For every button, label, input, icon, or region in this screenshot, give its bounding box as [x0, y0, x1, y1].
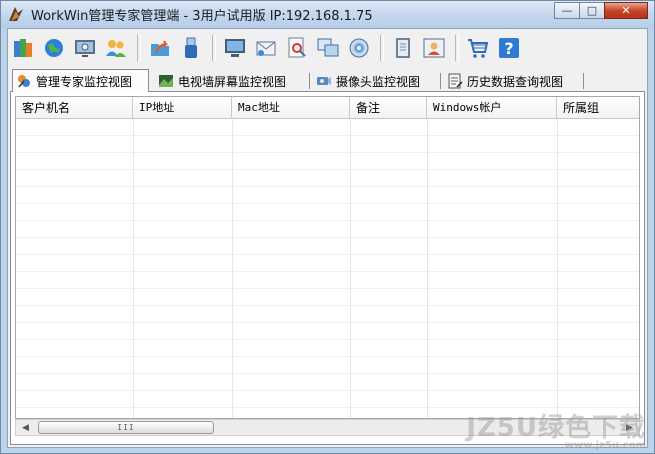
main-frame: ? 管理专家监控视图 电视墙屏幕监控视图 摄像头监控视图 历史数据查询视图 客户…: [7, 28, 648, 448]
column-header-note[interactable]: 备注: [350, 97, 427, 119]
toolbar-button-mail[interactable]: [253, 35, 279, 61]
help-icon: ?: [499, 38, 519, 58]
column-header-client-name[interactable]: 客户机名: [16, 97, 133, 119]
windows-icon: [317, 38, 339, 57]
disc-icon: [349, 38, 369, 58]
minimize-button[interactable]: —: [554, 2, 580, 19]
tab-history-view[interactable]: 历史数据查询视图: [444, 71, 580, 91]
window-title: WorkWin管理专家管理端 - 3用户试用版 IP:192.168.1.75: [31, 9, 373, 24]
tab-manager-view[interactable]: 管理专家监控视图: [12, 69, 149, 92]
window-controls: — □ ✕: [554, 2, 648, 20]
scroll-right-arrow-icon[interactable]: ▶: [622, 421, 637, 434]
view-tabs: 管理专家监控视图 电视墙屏幕监控视图 摄像头监控视图 历史数据查询视图: [10, 69, 646, 92]
close-button[interactable]: ✕: [604, 2, 648, 19]
toolbar-button-settings-monitor[interactable]: [72, 35, 98, 61]
toolbar-button-windows[interactable]: [315, 35, 341, 61]
column-header-group[interactable]: 所属组: [557, 97, 639, 119]
column-header-windows-account[interactable]: Windows帐户: [427, 97, 557, 119]
file-search-icon: [288, 37, 306, 58]
toolbar-button-file-search[interactable]: [284, 35, 310, 61]
tab-divider: [309, 73, 310, 89]
camera-icon: [317, 77, 331, 85]
tab-panel: 客户机名 IP地址 Mac地址 备注 Windows帐户 所属组 ◀ III ▶: [10, 91, 645, 445]
toolbar-button-users[interactable]: [103, 35, 129, 61]
column-divider: [427, 119, 428, 418]
tab-divider: [583, 73, 584, 89]
profile-card-icon: [423, 38, 445, 58]
toolbar-button-help[interactable]: ?: [496, 35, 522, 61]
maximize-button[interactable]: □: [579, 2, 605, 19]
toolbar-button-globe[interactable]: [41, 35, 67, 61]
toolbar-button-profile-card[interactable]: [421, 35, 447, 61]
tab-camera-view[interactable]: 摄像头监控视图: [313, 71, 437, 91]
toolbar-button-books[interactable]: [10, 35, 36, 61]
column-header-mac[interactable]: Mac地址: [232, 97, 350, 119]
horizontal-scrollbar[interactable]: ◀ III ▶: [15, 419, 640, 436]
tab-divider: [440, 73, 441, 89]
toolbar-button-share[interactable]: [147, 35, 173, 61]
toolbar-separator: [212, 35, 216, 61]
toolbar-separator: [137, 35, 141, 61]
table-body: [16, 119, 639, 418]
globe-icon: [45, 39, 63, 57]
tab-screen-wall-view[interactable]: 电视墙屏幕监控视图: [155, 71, 303, 91]
share-icon: [151, 40, 169, 56]
books-icon: [14, 39, 32, 57]
tab-label: 电视墙屏幕监控视图: [178, 74, 287, 89]
users-icon: [106, 40, 126, 57]
column-divider: [133, 119, 134, 418]
app-logo-icon: [9, 7, 23, 21]
toolbar: ?: [10, 31, 640, 65]
tab-label: 历史数据查询视图: [467, 74, 564, 89]
toolbar-separator: [455, 35, 459, 61]
table-header: 客户机名 IP地址 Mac地址 备注 Windows帐户 所属组: [16, 97, 639, 119]
manager-view-icon: [18, 75, 30, 88]
mail-icon: [256, 41, 276, 56]
cart-icon: [468, 39, 489, 58]
toolbar-button-disc[interactable]: [346, 35, 372, 61]
history-icon: [448, 73, 463, 89]
scroll-grip: III: [117, 423, 135, 432]
toolbar-button-usb[interactable]: [178, 35, 204, 61]
title-bar[interactable]: WorkWin管理专家管理端 - 3用户试用版 IP:192.168.1.75 …: [1, 1, 654, 28]
toolbar-button-cart[interactable]: [465, 35, 491, 61]
column-header-ip[interactable]: IP地址: [133, 97, 232, 119]
svg-text:?: ?: [504, 39, 513, 58]
screen-wall-icon: [159, 75, 173, 87]
toolbar-button-monitor[interactable]: [222, 35, 248, 61]
column-divider: [232, 119, 233, 418]
usb-icon: [185, 37, 197, 58]
notebook-icon: [396, 38, 410, 58]
client-table[interactable]: 客户机名 IP地址 Mac地址 备注 Windows帐户 所属组: [15, 96, 640, 419]
monitor-icon: [225, 39, 245, 57]
app-window: WorkWin管理专家管理端 - 3用户试用版 IP:192.168.1.75 …: [0, 0, 655, 454]
tab-label: 管理专家监控视图: [36, 74, 133, 89]
column-divider: [557, 119, 558, 418]
settings-monitor-icon: [75, 40, 95, 57]
tab-label: 摄像头监控视图: [336, 74, 421, 89]
column-divider: [350, 119, 351, 418]
toolbar-button-notebook[interactable]: [390, 35, 416, 61]
scroll-left-arrow-icon[interactable]: ◀: [18, 421, 33, 434]
toolbar-separator: [380, 35, 384, 61]
scroll-thumb[interactable]: III: [38, 421, 214, 434]
